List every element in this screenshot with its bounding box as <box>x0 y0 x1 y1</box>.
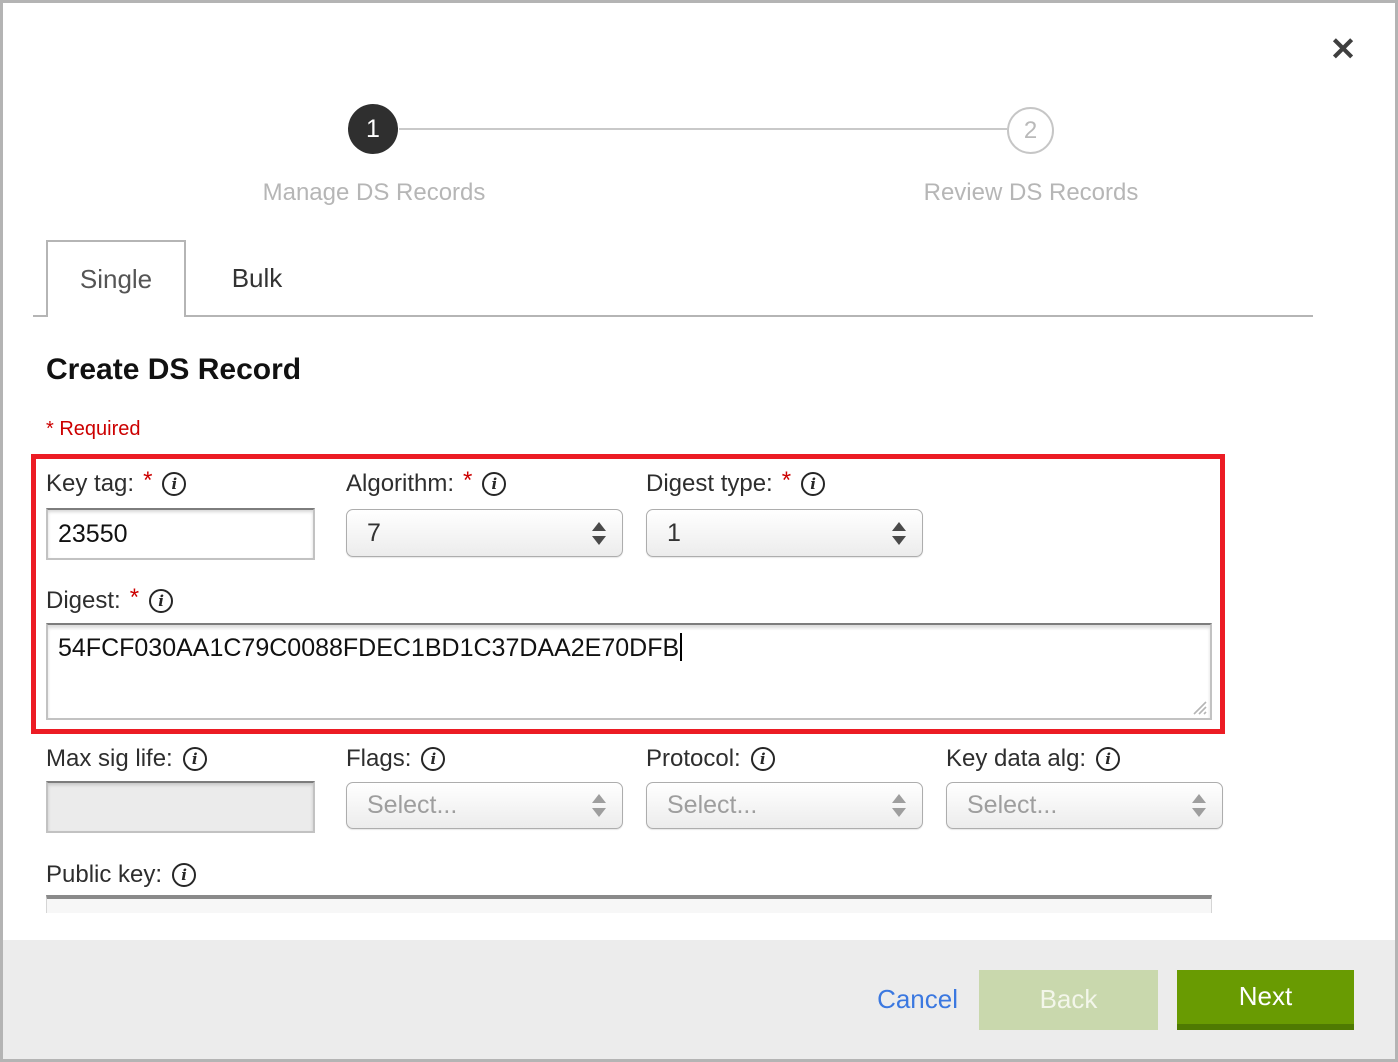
step-1-label: Manage DS Records <box>234 179 514 207</box>
max-sig-life-input[interactable] <box>46 781 315 833</box>
info-icon[interactable]: i <box>801 472 825 496</box>
info-icon[interactable]: i <box>172 863 196 887</box>
flags-label: Flags: i <box>346 744 445 774</box>
digest-value: 54FCF030AA1C79C0088FDEC1BD1C37DAA2E70DFB <box>58 634 679 662</box>
digest-type-label-text: Digest type: <box>646 470 773 498</box>
key-tag-input[interactable] <box>46 508 315 560</box>
key-data-alg-select[interactable]: Select... <box>946 782 1223 829</box>
text-cursor <box>680 633 682 661</box>
required-asterisk: * <box>130 584 139 612</box>
back-button[interactable]: Back <box>979 970 1158 1030</box>
info-icon[interactable]: i <box>1096 747 1120 771</box>
required-asterisk: * <box>463 467 472 495</box>
select-arrows-icon <box>892 794 906 817</box>
digest-type-select-value: 1 <box>667 519 681 548</box>
flags-select[interactable]: Select... <box>346 782 623 829</box>
max-sig-life-label-text: Max sig life: <box>46 745 173 773</box>
info-icon[interactable]: i <box>149 589 173 613</box>
info-icon[interactable]: i <box>751 747 775 771</box>
tab-single[interactable]: Single <box>46 240 186 317</box>
key-data-alg-label-text: Key data alg: <box>946 745 1086 773</box>
create-ds-record-dialog: ✕ 1 2 Manage DS Records Review DS Record… <box>0 0 1398 1062</box>
digest-type-select[interactable]: 1 <box>646 509 923 557</box>
digest-type-label: Digest type: * i <box>646 469 825 499</box>
info-icon[interactable]: i <box>183 747 207 771</box>
required-asterisk: * <box>143 467 152 495</box>
tab-bulk[interactable]: Bulk <box>186 240 328 317</box>
flags-label-text: Flags: <box>346 745 411 773</box>
step-1-circle: 1 <box>348 104 398 154</box>
dialog-footer: Cancel Back Next <box>3 940 1395 1059</box>
select-arrows-icon <box>592 794 606 817</box>
select-arrows-icon <box>1192 794 1206 817</box>
resize-grip-icon[interactable] <box>1190 698 1207 715</box>
digest-label-text: Digest: <box>46 587 121 615</box>
close-icon[interactable]: ✕ <box>1321 27 1365 71</box>
key-data-alg-label: Key data alg: i <box>946 744 1120 774</box>
info-icon[interactable]: i <box>482 472 506 496</box>
tab-bar-divider <box>33 315 1313 317</box>
key-tag-label: Key tag: * i <box>46 469 186 499</box>
public-key-textarea[interactable] <box>46 895 1212 913</box>
digest-label: Digest: * i <box>46 586 173 616</box>
flags-select-value: Select... <box>367 791 457 820</box>
key-data-alg-select-value: Select... <box>967 791 1057 820</box>
select-arrows-icon <box>592 522 606 545</box>
required-asterisk: * <box>782 467 791 495</box>
stepper-connector-line <box>399 128 1007 130</box>
info-icon[interactable]: i <box>162 472 186 496</box>
cancel-link[interactable]: Cancel <box>877 984 958 1015</box>
public-key-label: Public key: i <box>46 860 196 890</box>
algorithm-label-text: Algorithm: <box>346 470 454 498</box>
algorithm-select[interactable]: 7 <box>346 509 623 557</box>
key-tag-label-text: Key tag: <box>46 470 134 498</box>
protocol-label-text: Protocol: <box>646 745 741 773</box>
algorithm-select-value: 7 <box>367 519 381 548</box>
algorithm-label: Algorithm: * i <box>346 469 506 499</box>
step-2-label: Review DS Records <box>891 179 1171 207</box>
digest-textarea[interactable]: 54FCF030AA1C79C0088FDEC1BD1C37DAA2E70DFB <box>46 623 1212 720</box>
public-key-label-text: Public key: <box>46 861 162 889</box>
protocol-select[interactable]: Select... <box>646 782 923 829</box>
protocol-select-value: Select... <box>667 791 757 820</box>
max-sig-life-label: Max sig life: i <box>46 744 207 774</box>
required-note: * Required <box>46 418 141 441</box>
step-2-circle: 2 <box>1007 107 1054 154</box>
page-title: Create DS Record <box>46 353 301 387</box>
next-button[interactable]: Next <box>1177 970 1354 1030</box>
protocol-label: Protocol: i <box>646 744 775 774</box>
select-arrows-icon <box>892 522 906 545</box>
info-icon[interactable]: i <box>421 747 445 771</box>
